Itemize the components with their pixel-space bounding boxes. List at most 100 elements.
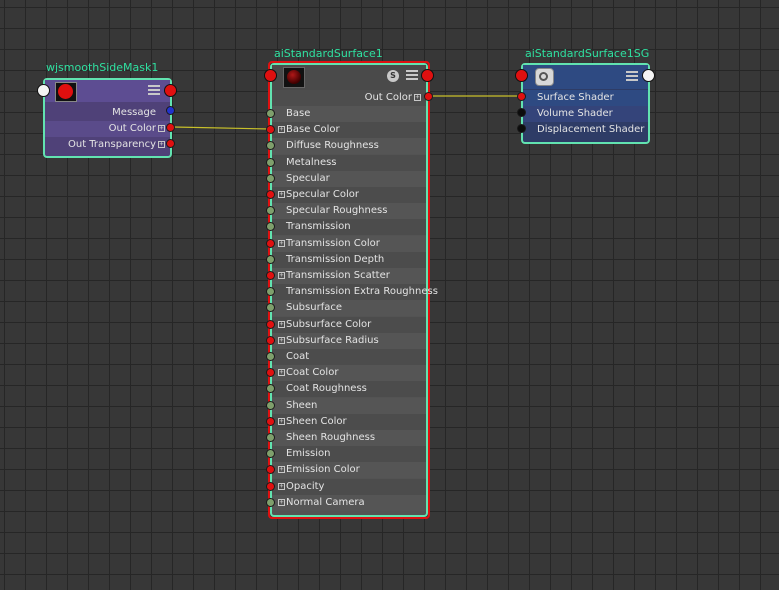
surface-attr-port[interactable] bbox=[266, 173, 275, 183]
surface-attr-row[interactable]: + Base Color bbox=[272, 122, 426, 139]
surface-attr-row[interactable]: + Normal Camera bbox=[272, 494, 426, 511]
surface-attr-row[interactable]: Emission bbox=[272, 446, 426, 463]
surface-attr-row[interactable]: Sheen bbox=[272, 397, 426, 414]
sg-input-port[interactable] bbox=[515, 69, 528, 82]
surface-attr-port[interactable] bbox=[266, 481, 275, 491]
surface-attr-port[interactable] bbox=[266, 400, 275, 410]
surface-attr-row[interactable]: + Emission Color bbox=[272, 462, 426, 479]
expand-icon[interactable]: + bbox=[278, 191, 285, 198]
surface-attr-row[interactable]: + Subsurface Radius bbox=[272, 332, 426, 349]
surface-node[interactable]: S Out Color + Base + Base Color Diffuse Rou… bbox=[270, 63, 438, 517]
attr-label: Sheen Roughness bbox=[286, 432, 376, 443]
surface-attr-port[interactable] bbox=[266, 319, 275, 329]
surface-attr-row[interactable]: + Coat Color bbox=[272, 365, 426, 382]
mask-node[interactable]: Message Out Color + Out Transparency + bbox=[43, 78, 172, 158]
expand-icon[interactable]: + bbox=[278, 272, 285, 279]
attr-label: Transmission Extra Roughness bbox=[286, 286, 438, 298]
surface-attr-port[interactable] bbox=[266, 352, 275, 361]
expand-icon[interactable]: + bbox=[278, 336, 285, 344]
surface-attr-row[interactable]: + Opacity bbox=[272, 478, 426, 495]
mask-output-port[interactable] bbox=[164, 84, 177, 97]
surface-out-color-port[interactable] bbox=[424, 92, 433, 101]
surface-attr-row[interactable]: Metalness bbox=[272, 154, 426, 171]
surface-attr-row[interactable]: Sheen Roughness bbox=[272, 430, 426, 446]
shading-group-icon bbox=[535, 68, 554, 86]
surface-attr-port[interactable] bbox=[266, 157, 275, 167]
attr-label: Out Color bbox=[364, 92, 412, 103]
expand-icon[interactable]: + bbox=[278, 126, 285, 134]
mask-attr-out-transparency[interactable]: Out Transparency + bbox=[45, 137, 170, 153]
surface-output-port[interactable] bbox=[421, 69, 434, 82]
sg-attr-volume-shader[interactable]: Volume Shader bbox=[523, 106, 648, 122]
surface-attr-port[interactable] bbox=[266, 254, 275, 264]
sg-attr-surface-shader[interactable]: Surface Shader bbox=[523, 90, 648, 106]
red-circle-swatch-icon bbox=[55, 82, 77, 102]
attr-label: Transmission Depth bbox=[286, 253, 385, 265]
surface-node-title: aiStandardSurface1 bbox=[274, 47, 383, 60]
sg-node-header[interactable] bbox=[523, 65, 648, 89]
mask-input-port[interactable] bbox=[37, 84, 50, 97]
sg-volume-shader-port[interactable] bbox=[517, 108, 526, 117]
expand-icon[interactable]: + bbox=[278, 239, 285, 247]
surface-attr-row[interactable]: + Transmission Color bbox=[272, 235, 426, 252]
surface-attr-row[interactable]: Base bbox=[272, 106, 426, 122]
expand-icon[interactable]: + bbox=[278, 466, 285, 474]
surface-out-color-row[interactable]: Out Color + bbox=[272, 90, 426, 106]
surface-attr-row[interactable]: + Transmission Scatter bbox=[272, 268, 426, 284]
expand-icon[interactable]: + bbox=[278, 417, 285, 425]
expand-icon[interactable]: + bbox=[158, 141, 165, 148]
expand-icon[interactable]: + bbox=[414, 94, 421, 101]
surface-attr-row[interactable]: Subsurface bbox=[272, 300, 426, 317]
surface-attr-port[interactable] bbox=[266, 271, 275, 280]
attribute-list-icon[interactable] bbox=[148, 85, 160, 96]
sg-output-port[interactable] bbox=[642, 69, 655, 82]
attr-label: Base bbox=[286, 108, 311, 119]
surface-attr-port[interactable] bbox=[266, 190, 275, 199]
attribute-list-icon[interactable] bbox=[626, 71, 638, 82]
surface-attr-row[interactable]: Transmission bbox=[272, 219, 426, 236]
surface-node-header[interactable]: S bbox=[272, 65, 426, 90]
surface-attr-port[interactable] bbox=[266, 497, 275, 507]
attr-label: Surface Shader bbox=[537, 92, 614, 103]
mask-attr-out-color[interactable]: Out Color + bbox=[45, 121, 170, 137]
surface-attr-port[interactable] bbox=[266, 109, 275, 118]
surface-attr-row[interactable]: + Sheen Color bbox=[272, 413, 426, 430]
surface-attr-row[interactable]: Diffuse Roughness bbox=[272, 138, 426, 155]
expand-icon[interactable]: + bbox=[278, 498, 285, 506]
expand-icon[interactable]: + bbox=[278, 320, 285, 328]
attr-label: Normal Camera bbox=[286, 496, 365, 508]
attr-label: Out Color bbox=[108, 123, 156, 134]
surface-attr-row[interactable]: Coat bbox=[272, 349, 426, 365]
mask-attr-message[interactable]: Message bbox=[45, 105, 170, 121]
surface-attr-row[interactable]: + Subsurface Color bbox=[272, 316, 426, 333]
surface-attr-row[interactable]: Coat Roughness bbox=[272, 381, 426, 398]
surface-attr-row[interactable]: Specular bbox=[272, 170, 426, 187]
sg-attr-displacement-shader[interactable]: Displacement Shader bbox=[523, 122, 648, 138]
surface-attr-port[interactable] bbox=[266, 416, 275, 426]
surface-attr-row[interactable]: Specular Roughness bbox=[272, 203, 426, 220]
attribute-list-icon[interactable] bbox=[406, 70, 418, 81]
expand-icon[interactable]: + bbox=[278, 369, 285, 377]
sg-surface-shader-port[interactable] bbox=[517, 92, 526, 101]
attr-label: Volume Shader bbox=[537, 108, 613, 119]
mask-out-color-port[interactable] bbox=[166, 123, 175, 132]
surface-attr-row[interactable]: Transmission Depth bbox=[272, 251, 426, 268]
surface-input-port[interactable] bbox=[264, 69, 277, 82]
sg-displacement-shader-port[interactable] bbox=[517, 124, 526, 133]
surface-badge-icon[interactable]: S bbox=[387, 70, 399, 82]
mask-node-header[interactable] bbox=[45, 80, 170, 102]
expand-icon[interactable]: + bbox=[278, 482, 285, 490]
attr-label: Subsurface Radius bbox=[286, 334, 379, 346]
expand-icon[interactable]: + bbox=[158, 125, 165, 132]
attr-label: Sheen bbox=[286, 399, 318, 411]
mask-out-transparency-port[interactable] bbox=[166, 139, 175, 148]
sg-node[interactable]: Surface Shader Volume Shader Displacemen… bbox=[521, 63, 650, 144]
mask-message-port[interactable] bbox=[166, 106, 175, 115]
surface-attr-port[interactable] bbox=[266, 433, 275, 442]
surface-attr-port[interactable] bbox=[266, 335, 275, 345]
surface-attr-row[interactable]: Transmission Extra Roughness bbox=[272, 284, 438, 301]
surface-attr-row[interactable]: + Specular Color bbox=[272, 187, 426, 203]
attr-label: Message bbox=[112, 107, 156, 118]
attr-label: Metalness bbox=[286, 156, 337, 168]
surface-attr-port[interactable] bbox=[266, 238, 275, 248]
